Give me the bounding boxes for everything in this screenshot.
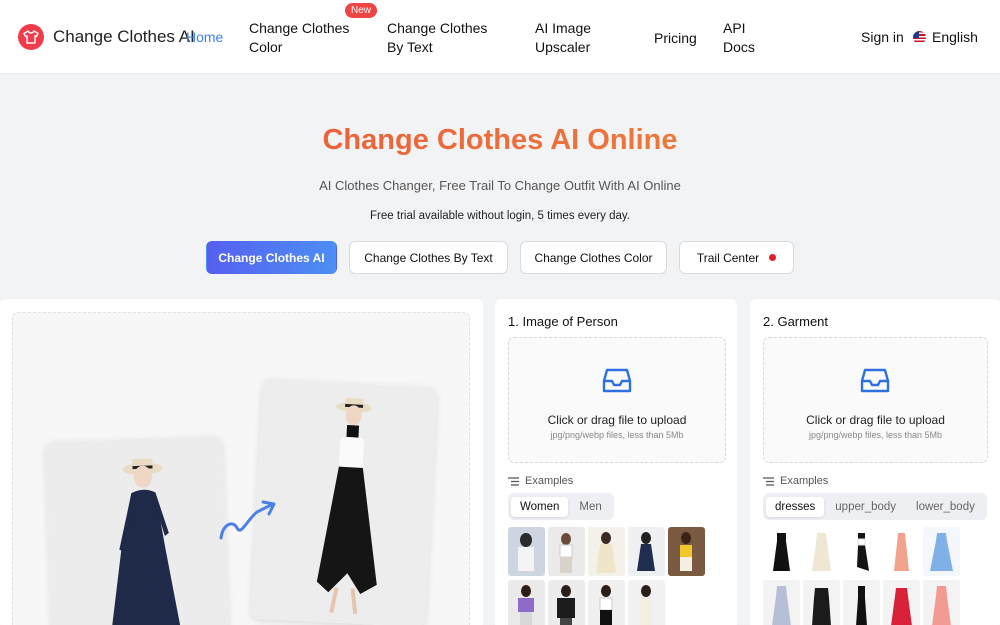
nav-pricing[interactable]: Pricing [654,29,697,48]
person-example-thumb[interactable] [588,580,625,625]
garment-example-thumb[interactable] [803,580,840,625]
person-category-tabs: Women Men [508,493,614,520]
arrow-icon [219,500,276,540]
garment-examples-header: Examples [763,475,828,487]
garment-category-tabs: dresses upper_body lower_body [763,493,987,520]
garment-example-thumb[interactable] [883,580,920,625]
inbox-icon [860,368,890,393]
nav-change-clothes-by-text[interactable]: Change Clothes By Text [387,19,507,57]
upload-instruction: Click or drag file to upload [806,413,945,427]
tab-label: Change Clothes Color [534,250,653,265]
person-example-thumb[interactable] [588,527,625,576]
person-example-thumb[interactable] [548,580,585,625]
before-photo [45,435,229,625]
garment-upload-dropzone[interactable]: Click or drag file to upload jpg/png/web… [763,337,988,463]
garment-example-thumb[interactable] [923,527,960,576]
list-icon [763,476,774,486]
top-nav-bar: Change Clothes AI Home Change Clothes Co… [0,0,1000,74]
examples-label: Examples [780,475,829,487]
garment-example-thumb[interactable] [763,527,800,576]
language-selector[interactable]: English [932,29,978,45]
garment-example-thumb[interactable] [883,527,920,576]
garment-example-thumb[interactable] [923,580,960,625]
person-panel-title: 1. Image of Person [508,314,618,329]
tab-label: Change Clothes By Text [364,250,493,265]
tab-women[interactable]: Women [511,496,569,517]
person-example-thumb[interactable] [508,527,545,576]
tab-dresses[interactable]: dresses [766,496,825,517]
person-examples-header: Examples [508,475,573,487]
tab-lower-body[interactable]: lower_body [907,497,984,517]
garment-panel-title: 2. Garment [763,314,829,329]
upload-instruction: Click or drag file to upload [547,413,687,427]
upload-hint: jpg/png/webp files, less than 5Mb [550,430,684,440]
tab-label: Change Clothes AI [218,250,325,265]
new-badge: New [345,3,378,18]
person-example-thumb[interactable] [548,527,585,576]
person-example-thumb[interactable] [628,580,665,625]
tab-upper-body[interactable]: upper_body [826,497,905,517]
tab-change-clothes-color[interactable]: Change Clothes Color [520,241,667,274]
list-icon [508,476,519,486]
us-flag-icon[interactable] [913,31,926,44]
garment-example-thumb[interactable] [803,527,840,576]
upload-hint: jpg/png/webp files, less than 5Mb [808,430,943,440]
garment-example-thumb[interactable] [843,527,880,576]
examples-label: Examples [525,475,574,487]
page-title: Change Clothes AI Online [0,124,1000,157]
garment-example-thumb[interactable] [843,580,880,625]
free-trial-note: Free trial available without login, 5 ti… [370,210,630,222]
inbox-icon [602,368,632,393]
tab-trail-center[interactable]: Trail Center [679,241,794,274]
tab-men[interactable]: Men [570,497,610,517]
demo-preview-area [12,312,470,625]
brand-name[interactable]: Change Clothes AI [53,27,195,47]
garment-example-thumb[interactable] [763,580,800,625]
nav-ai-image-upscaler[interactable]: AI Image Upscaler [535,19,615,57]
sign-in-link[interactable]: Sign in [861,29,904,45]
person-upload-dropzone[interactable]: Click or drag file to upload jpg/png/web… [508,337,726,463]
page-subtitle: AI Clothes Changer, Free Trail To Change… [319,178,681,193]
person-example-thumb[interactable] [508,580,545,625]
person-example-thumb[interactable] [628,527,665,576]
nav-home[interactable]: Home [186,29,223,45]
shirt-logo-icon[interactable] [18,24,44,50]
nav-api-docs[interactable]: API Docs [723,19,763,57]
tab-change-clothes-by-text[interactable]: Change Clothes By Text [349,241,508,274]
person-example-thumb[interactable] [668,527,705,576]
tab-change-clothes-ai[interactable]: Change Clothes AI [206,241,337,274]
notification-dot [769,254,777,261]
nav-change-clothes-color[interactable]: Change Clothes Color [249,19,359,57]
tab-label: Trail Center [696,250,760,265]
